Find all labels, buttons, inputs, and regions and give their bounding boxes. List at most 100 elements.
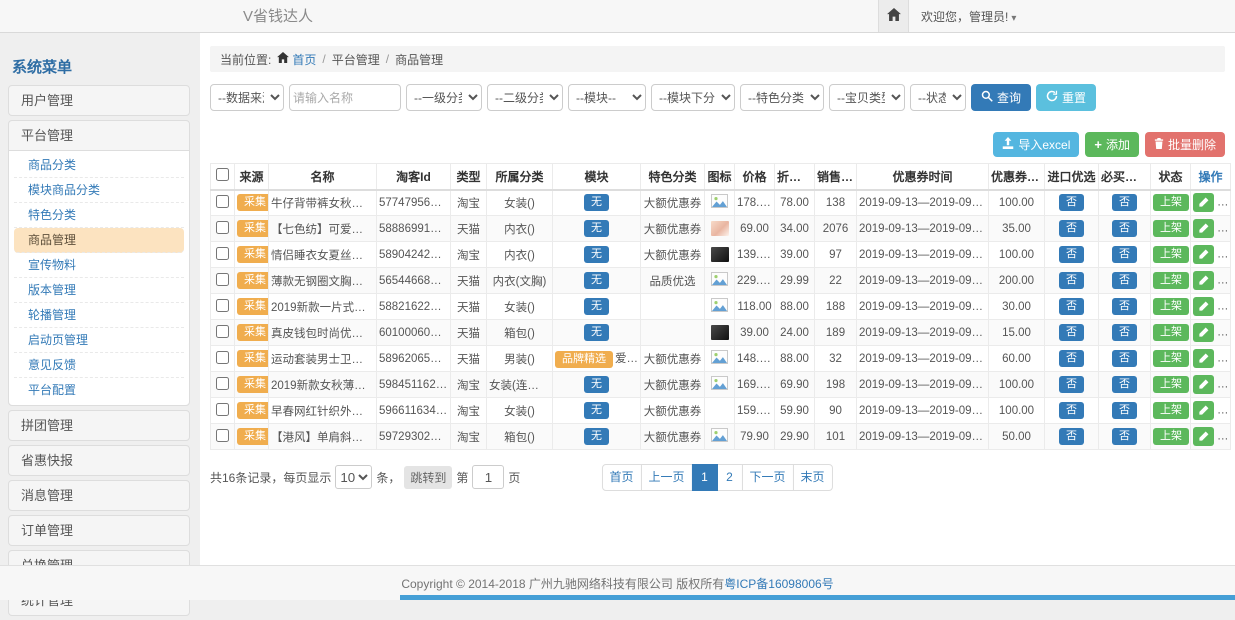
filter-module-sub-category[interactable]: --模块下分类--	[651, 84, 735, 111]
status-toggle[interactable]: 上架	[1153, 220, 1189, 237]
jump-page-input[interactable]	[472, 465, 504, 489]
icp-link[interactable]: 粤ICP备16098006号	[724, 575, 833, 592]
edit-button[interactable]	[1193, 297, 1214, 316]
filter-feature-category[interactable]: --特色分类--	[740, 84, 824, 111]
edit-button[interactable]	[1193, 245, 1214, 264]
per-page-select[interactable]: 10	[335, 465, 372, 489]
must-buy-toggle[interactable]: 否	[1112, 324, 1137, 341]
status-toggle[interactable]: 上架	[1153, 376, 1189, 393]
import-select-toggle[interactable]: 否	[1059, 324, 1084, 341]
must-buy-toggle[interactable]: 否	[1112, 298, 1137, 315]
sidebar-section-header[interactable]: 平台管理	[9, 121, 189, 150]
filter-module[interactable]: --模块--	[568, 84, 646, 111]
page-button[interactable]: 1	[692, 464, 718, 491]
page-button[interactable]: 上一页	[640, 464, 692, 491]
must-buy-toggle[interactable]: 否	[1112, 246, 1137, 263]
page-button[interactable]: 末页	[793, 464, 833, 491]
status-toggle[interactable]: 上架	[1153, 298, 1189, 315]
edit-button[interactable]	[1193, 349, 1214, 368]
edit-button[interactable]	[1193, 271, 1214, 290]
sidebar-item[interactable]: 启动页管理	[14, 328, 184, 353]
must-buy-toggle[interactable]: 否	[1112, 350, 1137, 367]
row-checkbox[interactable]	[216, 273, 229, 286]
sidebar-item[interactable]: 模块商品分类	[14, 178, 184, 203]
page-button[interactable]: 首页	[601, 464, 641, 491]
row-checkbox[interactable]	[216, 325, 229, 338]
page-button[interactable]: 2	[717, 464, 743, 491]
must-buy-toggle[interactable]: 否	[1112, 194, 1137, 211]
sidebar-section-header[interactable]: 省惠快报	[9, 446, 189, 475]
home-button[interactable]	[878, 0, 909, 32]
filter-status[interactable]: --状态--	[910, 84, 966, 111]
row-checkbox[interactable]	[216, 221, 229, 234]
search-button[interactable]: 查询	[971, 84, 1031, 111]
filter-name-input[interactable]	[289, 84, 401, 111]
import-select-toggle[interactable]: 否	[1059, 350, 1084, 367]
edit-button[interactable]	[1193, 323, 1214, 342]
module-badge[interactable]: 无	[584, 402, 609, 419]
status-toggle[interactable]: 上架	[1153, 428, 1189, 445]
row-checkbox[interactable]	[216, 299, 229, 312]
sidebar-section-header[interactable]: 订单管理	[9, 516, 189, 545]
must-buy-toggle[interactable]: 否	[1112, 272, 1137, 289]
sidebar-item[interactable]: 意见反馈	[14, 353, 184, 378]
batch-delete-button[interactable]: 批量删除	[1145, 132, 1225, 157]
module-badge[interactable]: 无	[584, 376, 609, 393]
import-select-toggle[interactable]: 否	[1059, 428, 1084, 445]
import-select-toggle[interactable]: 否	[1059, 272, 1084, 289]
reset-button[interactable]: 重置	[1036, 84, 1096, 111]
filter-data-source[interactable]: --数据来源--	[210, 84, 284, 111]
filter-item-type[interactable]: --宝贝类型--	[829, 84, 905, 111]
sidebar-section-header[interactable]: 用户管理	[9, 86, 189, 115]
status-toggle[interactable]: 上架	[1153, 194, 1189, 211]
status-toggle[interactable]: 上架	[1153, 272, 1189, 289]
module-badge[interactable]: 品牌精选	[555, 351, 613, 368]
module-badge[interactable]: 无	[584, 194, 609, 211]
module-badge[interactable]: 无	[584, 272, 609, 289]
sidebar-section-header[interactable]: 拼团管理	[9, 411, 189, 440]
status-toggle[interactable]: 上架	[1153, 324, 1189, 341]
row-checkbox[interactable]	[216, 429, 229, 442]
page-button[interactable]: 下一页	[742, 464, 794, 491]
import-select-toggle[interactable]: 否	[1059, 376, 1084, 393]
sidebar-item[interactable]: 宣传物料	[14, 253, 184, 278]
edit-button[interactable]	[1193, 427, 1214, 446]
breadcrumb-home-link[interactable]: 首页	[277, 51, 316, 68]
module-badge[interactable]: 无	[584, 324, 609, 341]
status-toggle[interactable]: 上架	[1153, 402, 1189, 419]
sidebar-item[interactable]: 特色分类	[14, 203, 184, 228]
sidebar-item[interactable]: 轮播管理	[14, 303, 184, 328]
sidebar-item[interactable]: 商品分类	[14, 153, 184, 178]
import-select-toggle[interactable]: 否	[1059, 220, 1084, 237]
edit-button[interactable]	[1193, 193, 1214, 212]
import-select-toggle[interactable]: 否	[1059, 402, 1084, 419]
import-select-toggle[interactable]: 否	[1059, 194, 1084, 211]
module-badge[interactable]: 无	[584, 246, 609, 263]
add-button[interactable]: +添加	[1085, 132, 1139, 157]
user-menu[interactable]: 欢迎您，管理员!▾	[909, 8, 1235, 25]
module-badge[interactable]: 无	[584, 220, 609, 237]
sidebar-item[interactable]: 商品管理	[14, 228, 184, 253]
must-buy-toggle[interactable]: 否	[1112, 220, 1137, 237]
import-select-toggle[interactable]: 否	[1059, 298, 1084, 315]
import-excel-button[interactable]: 导入excel	[993, 132, 1079, 157]
select-all-checkbox[interactable]	[216, 168, 229, 181]
filter-level1-category[interactable]: --一级分类--	[406, 84, 482, 111]
import-select-toggle[interactable]: 否	[1059, 246, 1084, 263]
row-checkbox[interactable]	[216, 403, 229, 416]
must-buy-toggle[interactable]: 否	[1112, 402, 1137, 419]
sidebar-item[interactable]: 版本管理	[14, 278, 184, 303]
edit-button[interactable]	[1193, 219, 1214, 238]
edit-button[interactable]	[1193, 401, 1214, 420]
must-buy-toggle[interactable]: 否	[1112, 428, 1137, 445]
module-badge[interactable]: 无	[584, 428, 609, 445]
edit-button[interactable]	[1193, 375, 1214, 394]
row-checkbox[interactable]	[216, 195, 229, 208]
sidebar-section-header[interactable]: 消息管理	[9, 481, 189, 510]
row-checkbox[interactable]	[216, 377, 229, 390]
status-toggle[interactable]: 上架	[1153, 246, 1189, 263]
module-badge[interactable]: 无	[584, 298, 609, 315]
status-toggle[interactable]: 上架	[1153, 350, 1189, 367]
row-checkbox[interactable]	[216, 351, 229, 364]
filter-level2-category[interactable]: --二级分类--	[487, 84, 563, 111]
